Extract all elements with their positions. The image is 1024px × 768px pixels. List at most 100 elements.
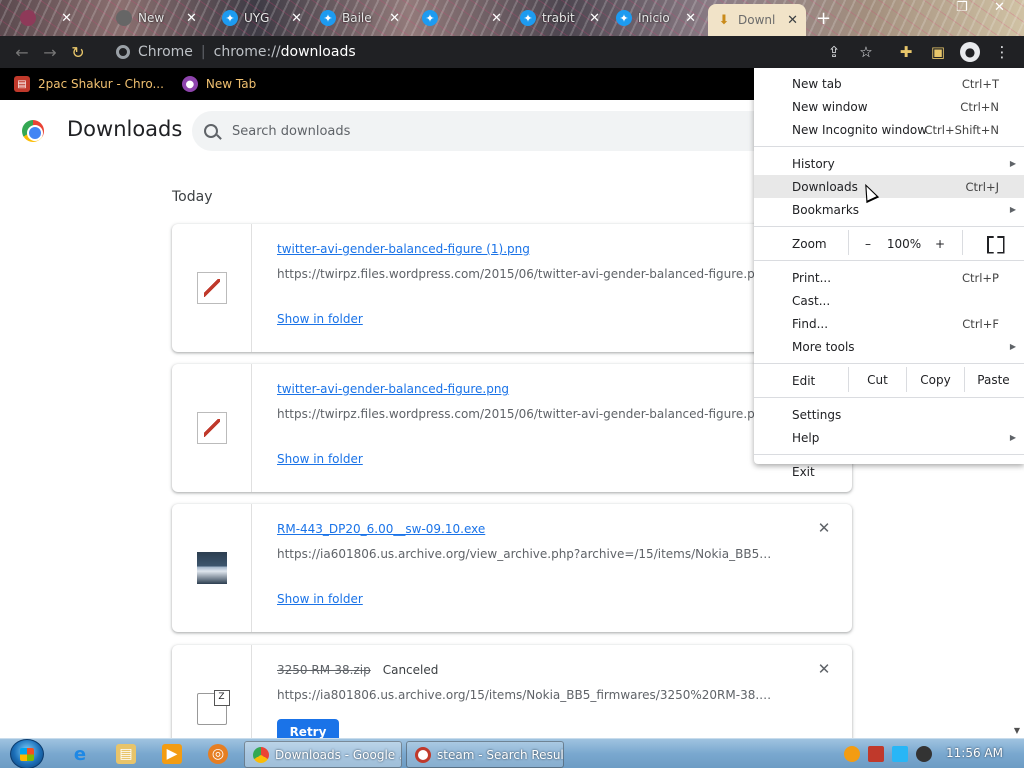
internet-explorer-icon[interactable]: e <box>70 744 90 765</box>
menu-divider <box>754 146 1024 147</box>
close-window-icon[interactable]: ✕ <box>994 0 1005 15</box>
close-icon[interactable]: ✕ <box>491 11 502 26</box>
back-button[interactable]: ← <box>8 38 36 66</box>
taskbar-clock[interactable]: 11:56 AM <box>946 746 1003 760</box>
zoom-in-button[interactable]: + <box>928 232 952 255</box>
menu-item-new-window[interactable]: New window Ctrl+N <box>754 95 1024 118</box>
chrome-icon <box>20 10 36 26</box>
tray-flag-icon[interactable] <box>868 746 884 762</box>
address-bar[interactable]: Chrome | chrome://downloads <box>104 39 784 65</box>
menu-item-new-incognito[interactable]: New Incognito window Ctrl+Shift+N <box>754 118 1024 141</box>
copy-button[interactable]: Copy <box>906 367 964 392</box>
bookmark-new-tab[interactable]: ● New Tab <box>181 76 256 92</box>
remove-download-icon[interactable]: ✕ <box>816 519 832 537</box>
menu-item-new-tab[interactable]: New tab Ctrl+T <box>754 72 1024 95</box>
restore-window-icon[interactable]: ❐ <box>956 0 968 15</box>
close-icon[interactable]: ✕ <box>389 11 400 26</box>
tab-0[interactable]: ✕ <box>12 4 80 32</box>
menu-item-cast[interactable]: Cast... <box>754 289 1024 312</box>
menu-item-print[interactable]: Print... Ctrl+P <box>754 266 1024 289</box>
profile-avatar-icon[interactable]: ● <box>960 42 980 62</box>
edit-label: Edit <box>792 373 816 388</box>
menu-item-settings[interactable]: Settings <box>754 403 1024 426</box>
menu-shortcut: Ctrl+Shift+N <box>924 122 999 137</box>
close-icon[interactable]: ✕ <box>186 11 197 26</box>
twitter-icon: ✦ <box>616 10 632 26</box>
start-button[interactable] <box>10 739 44 768</box>
menu-item-history[interactable]: History ▶ <box>754 152 1024 175</box>
taskbar-window-steam[interactable]: steam - Search Results <box>406 741 564 768</box>
app-launcher-icon[interactable]: ◎ <box>208 744 228 764</box>
scroll-down-arrow-icon[interactable]: ▼ <box>1014 726 1020 735</box>
submenu-arrow-icon: ▶ <box>1009 433 1016 442</box>
show-in-folder-link[interactable]: Show in folder <box>277 452 363 466</box>
menu-item-label: Print... <box>792 270 832 285</box>
menu-item-find[interactable]: Find... Ctrl+F <box>754 312 1024 335</box>
tab-3[interactable]: ✦ Baile ✕ <box>312 4 408 32</box>
taskbar-window-chrome[interactable]: Downloads - Google ... <box>244 741 402 768</box>
bookmark-star-icon[interactable]: ☆ <box>856 42 876 62</box>
zoom-out-button[interactable]: – <box>856 232 880 255</box>
tab-4[interactable]: ✦ ✕ <box>414 4 510 32</box>
url-prefix: chrome:// <box>213 44 281 60</box>
menu-shortcut: Ctrl+P <box>961 270 999 285</box>
tab-6[interactable]: ✦ Inicio ✕ <box>608 4 704 32</box>
reload-button[interactable]: ↻ <box>64 38 92 66</box>
menu-item-help[interactable]: Help ▶ <box>754 426 1024 449</box>
tray-search-icon[interactable] <box>844 746 860 762</box>
file-name-link[interactable]: twitter-avi-gender-balanced-figure (1).p… <box>277 242 530 256</box>
close-icon[interactable]: ✕ <box>685 11 696 26</box>
paste-button[interactable]: Paste <box>964 367 1022 392</box>
remove-download-icon[interactable]: ✕ <box>816 660 832 678</box>
show-in-folder-link[interactable]: Show in folder <box>277 312 363 326</box>
show-in-folder-link[interactable]: Show in folder <box>277 592 363 606</box>
search-input[interactable] <box>232 123 732 139</box>
bookmark-2pac[interactable]: ▤ 2pac Shakur - Chro... <box>14 76 164 92</box>
tray-monitor-icon[interactable] <box>892 746 908 762</box>
file-name-link[interactable]: twitter-avi-gender-balanced-figure.png <box>277 382 509 396</box>
menu-kebab-icon[interactable]: ⋮ <box>992 42 1012 62</box>
tray-volume-icon[interactable] <box>916 746 932 762</box>
side-panel-icon[interactable]: ▣ <box>928 42 948 62</box>
download-card: twitter-avi-gender-balanced-figure (1).p… <box>172 224 852 352</box>
tab-2[interactable]: ✦ UYG ✕ <box>214 4 310 32</box>
taskbar-window-label: steam - Search Results <box>437 747 564 762</box>
download-info: twitter-avi-gender-balanced-figure.png h… <box>277 382 777 466</box>
share-icon[interactable]: ⇪ <box>824 42 844 62</box>
file-explorer-icon[interactable]: ▤ <box>116 744 136 764</box>
menu-edit-row: Edit Cut Copy Paste <box>754 367 1024 392</box>
fullscreen-button[interactable] <box>962 230 1024 255</box>
menu-item-more-tools[interactable]: More tools ▶ <box>754 335 1024 358</box>
twitter-icon: ✦ <box>222 10 238 26</box>
forward-button[interactable]: → <box>36 38 64 66</box>
menu-divider <box>754 454 1024 455</box>
fullscreen-icon <box>987 236 1001 250</box>
close-icon[interactable]: ✕ <box>589 11 600 26</box>
tab-downloads[interactable]: ⬇ Downl ✕ <box>708 4 806 36</box>
file-name-link[interactable]: 3250 RM-38.zip <box>277 663 371 677</box>
cut-button[interactable]: Cut <box>848 367 906 392</box>
new-tab-button[interactable]: + <box>816 8 831 29</box>
search-downloads-box[interactable] <box>192 111 792 151</box>
file-name-link[interactable]: RM-443_DP20_6.00__sw-09.10.exe <box>277 522 485 536</box>
menu-item-downloads[interactable]: Downloads Ctrl+J <box>754 175 1024 198</box>
omnibox-divider: | <box>200 44 206 60</box>
tab-5[interactable]: ✦ trabit ✕ <box>512 4 608 32</box>
chrome-icon <box>116 10 132 26</box>
file-icon-column <box>172 224 252 352</box>
retry-button[interactable]: Retry <box>277 719 339 738</box>
extensions-icon[interactable]: ✚ <box>896 42 916 62</box>
tab-1[interactable]: New ✕ <box>108 4 208 32</box>
twitter-icon: ✦ <box>520 10 536 26</box>
download-info: 3250 RM-38.zip Canceled https://ia801806.… <box>277 663 777 738</box>
file-url: https://twirpz.files.wordpress.com/2015/… <box>277 267 770 281</box>
menu-item-exit[interactable]: Exit <box>754 460 1024 483</box>
download-info: RM-443_DP20_6.00__sw-09.10.exe https://i… <box>277 522 777 606</box>
media-player-icon[interactable]: ▶ <box>162 744 182 764</box>
bookmark-favicon-icon: ● <box>181 76 198 92</box>
tab-title: Downl <box>738 13 776 27</box>
menu-item-bookmarks[interactable]: Bookmarks ▶ <box>754 198 1024 221</box>
close-icon[interactable]: ✕ <box>61 11 72 26</box>
close-icon[interactable]: ✕ <box>291 11 302 26</box>
close-icon[interactable]: ✕ <box>787 13 798 28</box>
